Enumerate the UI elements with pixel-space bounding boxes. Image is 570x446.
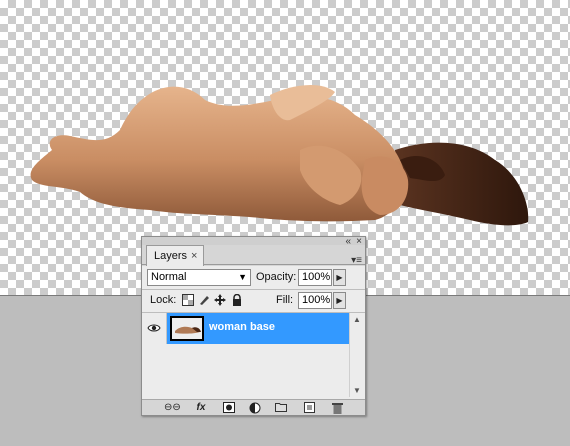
layer-name[interactable]: woman base — [209, 321, 275, 333]
trash-icon[interactable] — [330, 402, 344, 414]
fill-input[interactable]: 100% — [298, 292, 332, 309]
layers-panel[interactable]: « × Layers × ▾≡ Normal ▼ Opacity: 100% ▶… — [141, 236, 366, 416]
new-group-icon[interactable] — [274, 402, 288, 414]
opacity-input[interactable]: 100% — [298, 269, 332, 286]
layer-item-selected[interactable]: woman base — [167, 313, 349, 344]
tab-close-icon[interactable]: × — [191, 247, 197, 266]
fx-icon[interactable]: fx — [194, 402, 208, 414]
panel-title-bar[interactable]: « × — [142, 237, 365, 247]
mask-icon[interactable] — [222, 402, 236, 414]
opacity-label: Opacity: — [256, 271, 297, 283]
layer-thumbnail — [170, 316, 204, 341]
panel-tab-row: Layers × ▾≡ — [142, 245, 365, 266]
dropdown-arrow-icon: ▼ — [238, 272, 247, 282]
layer-thumbnail-image — [172, 318, 202, 339]
scroll-up-icon[interactable]: ▲ — [353, 315, 361, 324]
layers-panel-body: Normal ▼ Opacity: 100% ▶ Lock: Fill: 100… — [142, 266, 365, 415]
divider — [142, 289, 365, 290]
lock-transparency-icon[interactable] — [182, 294, 194, 306]
opacity-slider-arrow-icon[interactable]: ▶ — [333, 269, 346, 286]
visibility-toggle[interactable] — [142, 313, 167, 344]
layer-row[interactable]: woman base — [142, 313, 349, 344]
panel-menu-icon[interactable]: ▾≡ — [351, 255, 362, 266]
tab-layers-label: Layers — [154, 249, 188, 262]
layers-scrollbar[interactable]: ▲ ▼ — [349, 313, 365, 397]
new-layer-icon[interactable] — [302, 402, 316, 414]
eye-icon — [147, 324, 161, 332]
lock-position-icon[interactable] — [214, 294, 226, 306]
link-layers-icon[interactable]: ⊖⊖ — [164, 402, 181, 414]
blend-mode-dropdown[interactable]: Normal ▼ — [147, 269, 251, 286]
lock-label: Lock: — [150, 294, 177, 306]
scroll-down-icon[interactable]: ▼ — [353, 386, 361, 395]
fill-slider-arrow-icon[interactable]: ▶ — [333, 292, 346, 309]
layers-list: woman base — [142, 313, 349, 397]
panel-footer: ⊖⊖ fx — [142, 399, 365, 415]
lock-all-icon[interactable] — [231, 294, 243, 306]
blend-mode-value: Normal — [151, 271, 187, 283]
tab-layers[interactable]: Layers × — [146, 245, 205, 266]
fill-label: Fill: — [276, 294, 294, 306]
lock-image-pixels-icon[interactable] — [198, 294, 210, 306]
adjustment-layer-icon[interactable] — [248, 402, 262, 414]
